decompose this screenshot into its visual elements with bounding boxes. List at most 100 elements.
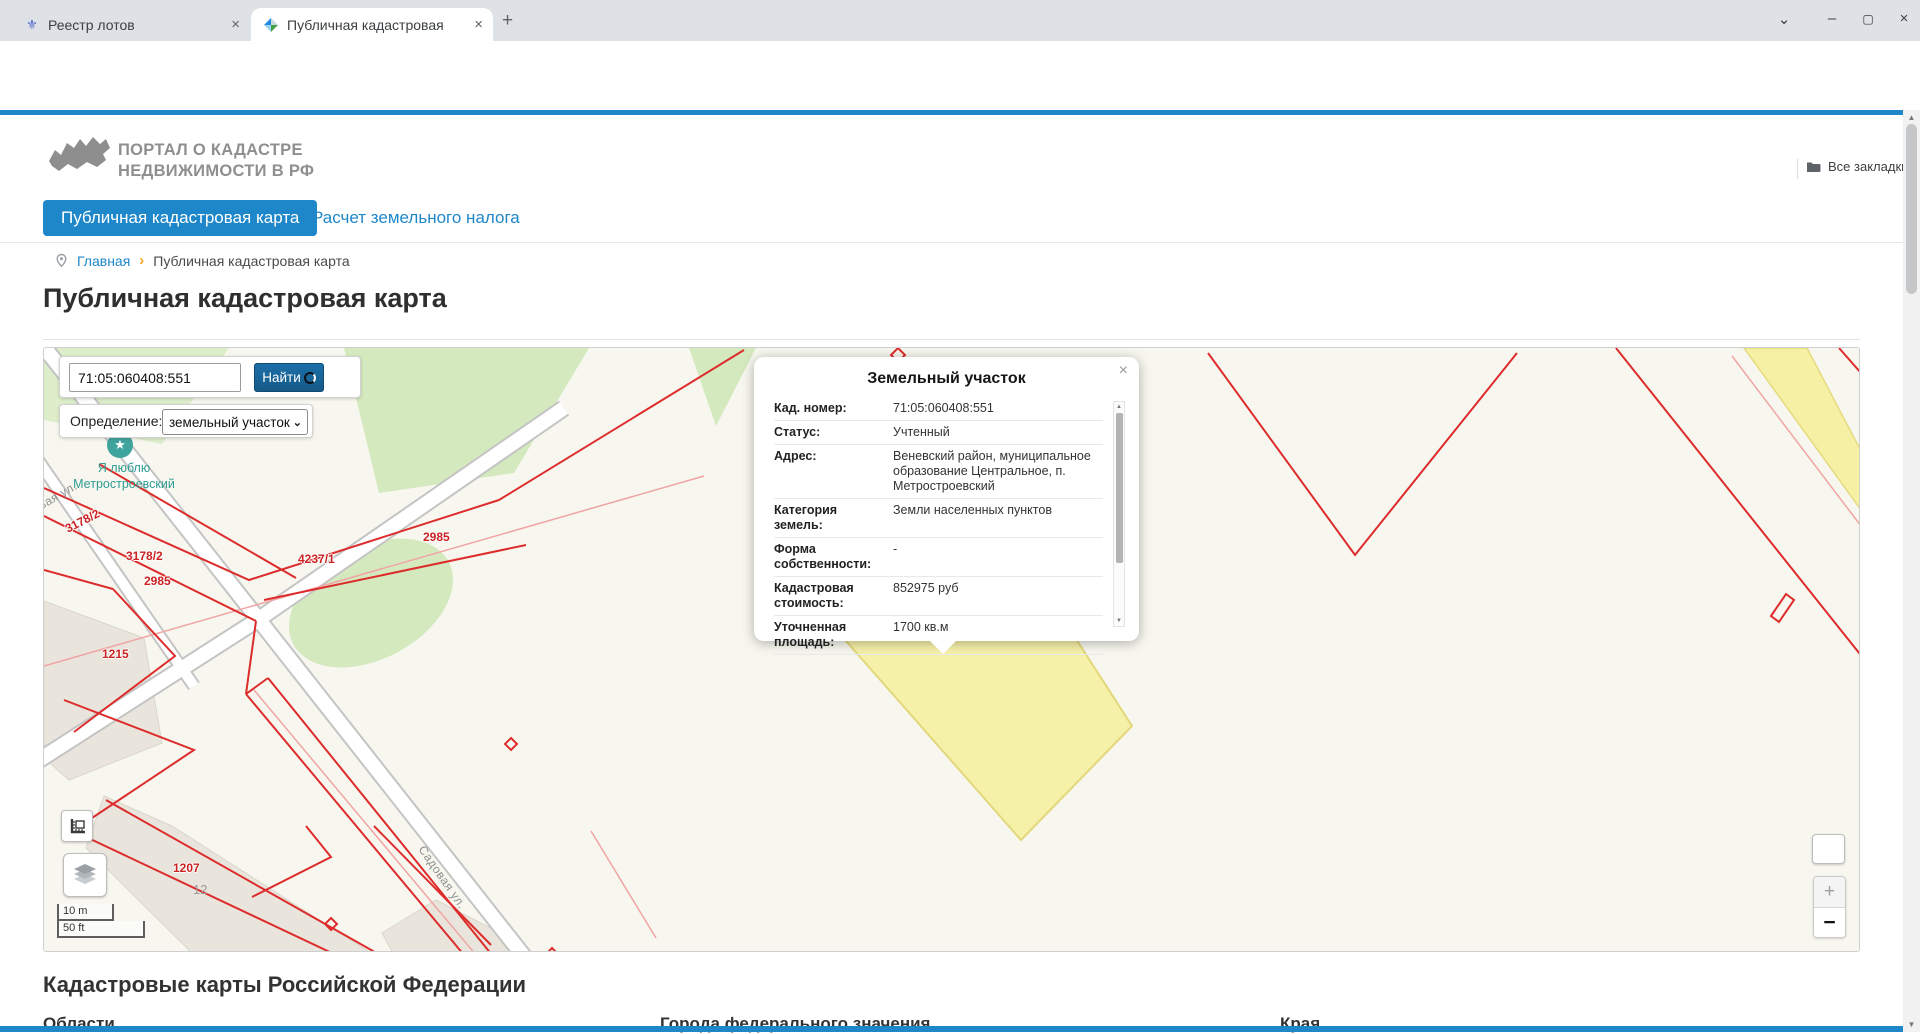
tab-title: Публичная кадастровая ка (287, 16, 445, 33)
tab-title: Реестр лотов (48, 16, 135, 33)
all-bookmarks-button[interactable]: Все закладки (1806, 159, 1908, 174)
ruler-icon (70, 818, 85, 833)
definition-label: Определение: (70, 413, 163, 429)
browser-toolbar: ← → ⟳ ⌂ ik2map.roscadastres.com/map ☆ ⋮ (0, 41, 1920, 114)
tab-close-icon[interactable]: × (231, 16, 240, 33)
cadastral-search-input[interactable] (69, 363, 241, 392)
row-label: Адрес: (774, 449, 817, 463)
parcel-number-label: 3178/2 (126, 549, 163, 563)
pin-icon (56, 253, 67, 268)
pinwheel-favicon-icon (263, 17, 279, 33)
table-row: Категория земель: Земли населенных пункто… (774, 499, 1103, 538)
tab-cadastral-map[interactable]: Публичная кадастровая ка × (251, 8, 493, 41)
logo-line2: НЕДВИЖИМОСТИ В РФ (118, 162, 315, 180)
poi-label-line2: Метростроевский (73, 477, 175, 491)
scrollbar-thumb[interactable] (1906, 124, 1917, 294)
chevron-down-icon: ⌄ (292, 416, 302, 429)
scrollbar-down-icon[interactable]: ▼ (1903, 1020, 1920, 1029)
table-row: Адрес: Веневский район, муниципальное обр… (774, 445, 1103, 499)
zoom-out-button[interactable]: − (1814, 908, 1845, 937)
window-close-button[interactable]: × (1893, 10, 1915, 27)
window-chevron-icon[interactable]: ⌄ (1773, 10, 1795, 28)
scale-imperial: 50 ft (57, 921, 145, 938)
breadcrumb-current: Публичная кадастровая карта (153, 252, 350, 269)
poi-label: Я люблю Метростроевский (44, 460, 204, 492)
logo-line1: ПОРТАЛ О КАДАСТРЕ (118, 141, 303, 159)
breadcrumb-arrow-icon: › (139, 252, 145, 269)
row-label: Категория земель: (774, 503, 838, 532)
popup-pointer (929, 640, 957, 654)
russia-map-logo (49, 137, 110, 171)
tab-land-tax-calc[interactable]: Расчет земельного налога (312, 208, 520, 228)
loading-spinner-icon (303, 371, 316, 384)
layers-icon (74, 864, 96, 884)
all-bookmarks-label: Все закладки (1828, 159, 1909, 174)
measure-tool-button[interactable] (61, 810, 93, 842)
page-title: Публичная кадастровая карта (43, 283, 447, 313)
map-scale-control: 10 m 50 ft (57, 904, 145, 938)
browser-tab-strip: ⚜ Реестр лотов × Публичная кадастровая к… (0, 0, 1920, 41)
tab-reestr-lotov[interactable]: ⚜ Реестр лотов × (12, 8, 250, 41)
house-number-label: 12 (193, 882, 208, 897)
parcel-number-label: 2985 (144, 574, 171, 588)
popup-title: Земельный участок (867, 370, 1026, 387)
zoom-in-button[interactable]: + (1814, 877, 1845, 908)
scale-metric: 10 m (57, 904, 114, 921)
popup-scrollbar[interactable]: ▲ ▼ (1113, 401, 1125, 627)
folder-icon (1807, 162, 1821, 172)
table-row: Кадастровая стоимость: 852975 руб (774, 577, 1103, 616)
row-value: Веневский район, муниципальное образован… (893, 449, 1091, 493)
row-label: Кад. номер: (774, 401, 847, 415)
cadastral-map[interactable]: 3178/2 3178/2 2985 2985 4237/1 1215 1207… (43, 347, 1860, 952)
scrollbar-up-icon[interactable]: ▲ (1903, 113, 1920, 122)
site-logo-text: ПОРТАЛ О КАДАСТРЕ НЕДВИЖИМОСТИ В РФ (118, 140, 314, 182)
page-scrollbar[interactable]: ▲ ▼ (1903, 110, 1920, 1032)
popup-scroll-thumb[interactable] (1115, 413, 1123, 563)
bookmarks-divider (1797, 159, 1798, 179)
breadcrumb: Главная › Публичная кадастровая карта (55, 252, 350, 269)
window-maximize-button[interactable]: ▢ (1857, 12, 1879, 26)
tab-public-cadastral-map[interactable]: Публичная кадастровая карта (43, 200, 318, 236)
bookmarks-bar: Все закладки (0, 76, 1920, 179)
footer-heading: Кадастровые карты Российской Федерации (43, 972, 527, 997)
site-accent-bar (0, 110, 1903, 115)
parcel-number-label: 1207 (173, 861, 200, 875)
eagle-favicon-icon: ⚜ (26, 16, 38, 32)
tab-close-icon[interactable]: × (474, 16, 483, 33)
row-label: Форма собственности: (774, 542, 872, 571)
search-button[interactable]: Найти (254, 363, 324, 392)
poi-label-line1: Я люблю (97, 461, 151, 475)
definition-value: земельный участок (169, 414, 290, 430)
window-minimize-button[interactable]: – (1821, 10, 1843, 27)
parcel-number-label: 1215 (102, 647, 129, 661)
parcel-info-popup: × Земельный участок Кад. номер: 71:05:060… (754, 357, 1139, 655)
parcel-number-label: 4237/1 (298, 552, 335, 566)
scroll-up-icon[interactable]: ▲ (1114, 404, 1124, 410)
parcel-number-label: 2985 (423, 530, 450, 544)
definition-select[interactable]: земельный участок ⌄ (162, 409, 308, 435)
row-label: Кадастровая стоимость: (774, 581, 854, 610)
fullscreen-button[interactable] (1812, 834, 1845, 864)
layers-button[interactable] (63, 853, 107, 897)
map-search-panel: Найти (59, 356, 361, 398)
search-button-label: Найти (262, 370, 301, 385)
title-divider (43, 339, 1860, 340)
zoom-control: + − (1813, 876, 1846, 938)
table-row: Статус: Учтенный (774, 421, 1103, 445)
row-label: Уточненная площадь: (774, 620, 847, 649)
row-value: 71:05:060408:551 (893, 401, 994, 415)
row-value: 852975 руб (893, 581, 959, 595)
footer-accent-bar (0, 1026, 1903, 1032)
table-row: Кад. номер: 71:05:060408:551 (774, 397, 1103, 421)
new-tab-button[interactable]: + (502, 10, 513, 32)
star-icon: ★ (114, 437, 126, 452)
row-value: Земли населенных пунктов (893, 503, 1052, 517)
breadcrumb-home-link[interactable]: Главная (77, 253, 130, 269)
row-value: - (893, 542, 898, 556)
table-row: Форма собственности: - (774, 538, 1103, 577)
row-value: Учтенный (893, 425, 950, 439)
row-label: Статус: (774, 425, 821, 439)
popup-attribute-table: Кад. номер: 71:05:060408:551 Статус: Учтен… (774, 397, 1103, 655)
definition-panel: Определение: земельный участок ⌄ (59, 404, 313, 438)
scroll-down-icon[interactable]: ▼ (1114, 618, 1124, 624)
